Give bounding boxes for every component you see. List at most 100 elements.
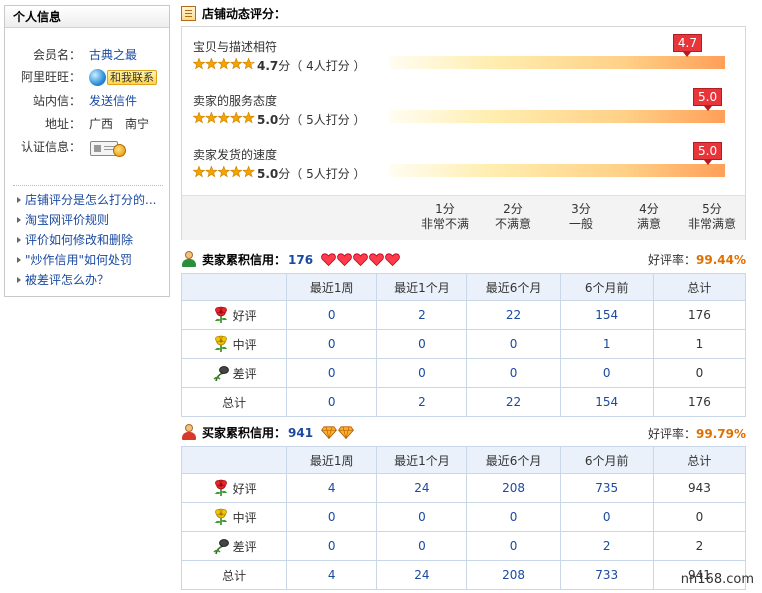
- rating-kind-cell: 中评: [180, 329, 288, 359]
- send-message-link[interactable]: 发送信件: [89, 92, 137, 110]
- rating-kind-label: 差评: [232, 540, 257, 554]
- column-header: 最近1个月: [376, 273, 468, 301]
- rating-count-cell[interactable]: 0: [376, 502, 468, 532]
- rating-count-cell[interactable]: 0: [286, 329, 378, 359]
- rating-count-cell[interactable]: 735: [559, 473, 654, 503]
- rating-count-cell[interactable]: 2: [559, 531, 654, 561]
- dsr-score: 5.0: [257, 113, 279, 127]
- dsr-item-name: 卖家发货的速度: [193, 148, 278, 162]
- wilted-flower-icon: [213, 366, 229, 382]
- star-mark: [192, 57, 206, 70]
- bullet-icon: [17, 237, 21, 243]
- dsr-score-flag: 4.7: [672, 34, 702, 57]
- rating-count-cell[interactable]: 0: [286, 300, 378, 330]
- member-name-link[interactable]: 古典之最: [89, 46, 137, 64]
- rating-count-cell[interactable]: 0: [466, 531, 561, 561]
- rating-count-cell[interactable]: 0: [286, 531, 378, 561]
- rating-count-cell: 2: [376, 387, 468, 417]
- rating-count-cell[interactable]: 2: [376, 300, 468, 330]
- column-header: 最近1个月: [376, 446, 468, 474]
- column-header: 6个月前: [559, 273, 654, 301]
- good-rate-label: 好评率：: [648, 253, 697, 267]
- buyer-credit-value[interactable]: 941: [288, 426, 313, 440]
- contact-me-button[interactable]: 和我联系: [89, 68, 157, 86]
- scale-column: 4分 满意: [614, 202, 684, 232]
- rating-count-cell[interactable]: 0: [286, 502, 378, 532]
- rating-count-cell[interactable]: 0: [376, 358, 468, 388]
- dsr-item-name: 宝贝与描述相符: [193, 40, 278, 54]
- rating-count-cell[interactable]: 0: [376, 329, 468, 359]
- dsr-score: 5.0: [257, 167, 279, 181]
- dsr-count: （ 4人打分 ）: [290, 59, 366, 73]
- dsr-score-flag: 5.0: [693, 88, 723, 111]
- dsr-score: 4.7: [257, 59, 279, 73]
- dsr-item: 宝贝与描述相符 4.7分（ 4人打分 ） 4.7: [182, 27, 745, 81]
- seller-good-rate: 好评率：99.44%: [648, 251, 746, 269]
- rating-count-cell[interactable]: 0: [286, 358, 378, 388]
- table-row: 中评 0 0 0 0 0: [180, 502, 747, 532]
- rating-count-cell: 0: [652, 502, 747, 532]
- scale-label: 非常不满: [420, 217, 469, 231]
- help-link-item: 淘宝网评价规则: [17, 210, 169, 230]
- help-link[interactable]: 淘宝网评价规则: [25, 213, 109, 227]
- help-link[interactable]: 评价如何修改和删除: [25, 233, 133, 247]
- rating-count-cell[interactable]: 154: [559, 300, 654, 330]
- rating-count-cell[interactable]: 0: [466, 358, 561, 388]
- bullet-icon: [17, 197, 21, 203]
- rating-count-cell[interactable]: 1: [559, 329, 654, 359]
- rating-kind-label: 中评: [232, 511, 257, 525]
- table-row: 总计 4 24 208 733 941: [180, 560, 747, 590]
- address-label: 地址：: [44, 117, 81, 131]
- help-link[interactable]: "炒作信用"如何处罚: [25, 253, 132, 267]
- rating-count-cell[interactable]: 0: [559, 502, 654, 532]
- rating-count-cell[interactable]: 22: [466, 300, 561, 330]
- rating-count-cell: 2: [652, 531, 747, 561]
- cert-label: 认证信息：: [20, 140, 81, 154]
- heart-icon: [321, 253, 337, 267]
- dsr-scale: 1分 非常不满 2分 不满意 3分 一般 4分 满意 5分 非常满意: [182, 195, 745, 240]
- diamond-icon: [321, 426, 338, 440]
- table-row: 差评 0 0 0 2 2: [180, 531, 747, 561]
- rating-count-cell[interactable]: 208: [466, 473, 561, 503]
- dsr-item: 卖家发货的速度 5.0分（ 5人打分 ） 5.0: [182, 135, 745, 189]
- rating-count-cell: 176: [652, 300, 747, 330]
- star-mark: [229, 165, 243, 178]
- scale-score: 4分: [639, 202, 659, 216]
- column-header: 最近1周: [286, 273, 378, 301]
- rating-count-cell[interactable]: 0: [559, 358, 654, 388]
- table-row: 好评 4 24 208 735 943: [180, 473, 747, 503]
- rating-kind-label: 总计: [222, 395, 247, 410]
- good-rate-value: 99.44%: [696, 253, 746, 267]
- column-header: 总计: [652, 273, 747, 301]
- seller-credit-value[interactable]: 176: [288, 253, 313, 267]
- star-mark: [205, 111, 218, 124]
- rating-count-cell[interactable]: 0: [376, 531, 468, 561]
- table-row: 总计 0 2 22 154 176: [180, 387, 747, 417]
- help-link[interactable]: 被差评怎么办？: [25, 273, 109, 287]
- help-link[interactable]: 店铺评分是怎么打分的...: [25, 193, 156, 207]
- message-row: 站内信： 发送信件: [5, 92, 169, 110]
- cert-icon-wrap[interactable]: [89, 138, 129, 163]
- rating-kind-label: 中评: [232, 338, 257, 352]
- buyer-credit-title: 买家累积信用：: [202, 426, 287, 440]
- star-mark: [229, 111, 243, 124]
- scale-score: 5分: [702, 202, 722, 216]
- scale-column: 1分 非常不满: [410, 202, 480, 232]
- column-header: [180, 273, 288, 301]
- yellow-flower-icon: [214, 508, 227, 525]
- dsr-bar: [390, 110, 725, 123]
- address-row: 地址： 广西 南宁: [5, 115, 169, 133]
- rating-kind-cell: 好评: [180, 300, 288, 330]
- dsr-bar: [390, 56, 725, 69]
- rating-count-cell[interactable]: 0: [466, 329, 561, 359]
- rating-count-cell[interactable]: 4: [286, 473, 378, 503]
- star-mark: [205, 165, 218, 178]
- rating-count-cell[interactable]: 0: [466, 502, 561, 532]
- rating-count-cell: 1: [652, 329, 747, 359]
- star-rating-icon: [192, 57, 255, 70]
- aliwangwang-icon: [89, 68, 106, 86]
- rating-count-cell[interactable]: 24: [376, 473, 468, 503]
- bullet-icon: [17, 257, 21, 263]
- dsr-score-line: 5.0分（ 5人打分 ）: [257, 111, 366, 128]
- yellow-flower-icon: [214, 335, 227, 352]
